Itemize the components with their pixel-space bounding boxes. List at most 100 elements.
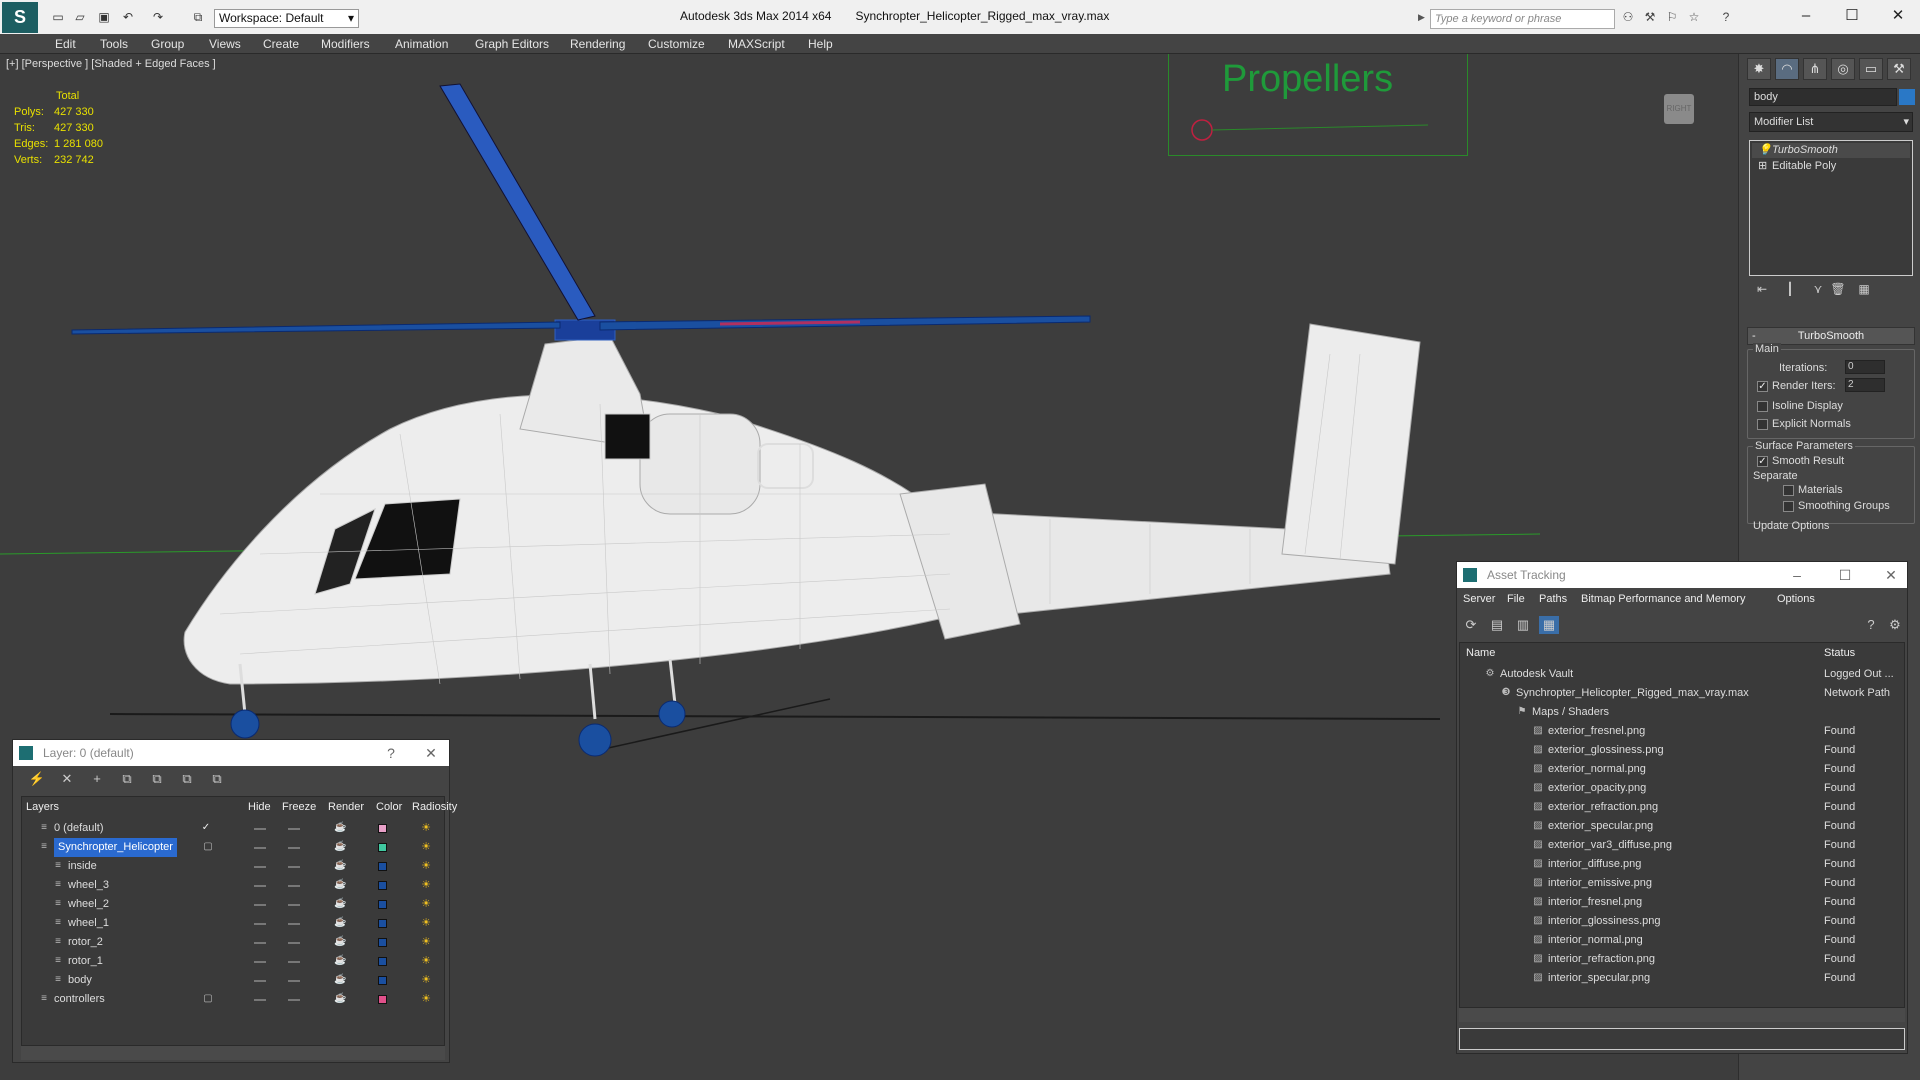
- asset-row[interactable]: ▨ exterior_refraction.png Found: [1462, 798, 1902, 817]
- motion-tab-icon[interactable]: ◎: [1831, 58, 1855, 80]
- layer-color-swatch[interactable]: [378, 957, 387, 966]
- layer-row[interactable]: ≡ wheel_2 ☕ ☀: [22, 895, 444, 914]
- column-radiosity[interactable]: Radiosity: [412, 801, 457, 813]
- workspace-dropdown[interactable]: Workspace: Default ▾: [214, 9, 359, 28]
- favorites-icon[interactable]: ☆: [1686, 10, 1702, 24]
- menu-customize[interactable]: Customize: [648, 37, 705, 51]
- materials-checkbox[interactable]: [1783, 485, 1794, 496]
- freeze-toggle[interactable]: [288, 923, 300, 925]
- layer-name[interactable]: body: [68, 971, 92, 990]
- render-iters-checkbox[interactable]: ✓: [1757, 381, 1768, 392]
- menu-rendering[interactable]: Rendering: [570, 37, 625, 51]
- radiosity-light-icon[interactable]: ☀: [420, 860, 432, 872]
- close-button[interactable]: ✕: [1886, 6, 1910, 26]
- layer-color-swatch[interactable]: [378, 938, 387, 947]
- hide-all-icon[interactable]: ⧉: [177, 770, 197, 788]
- hide-toggle[interactable]: [254, 904, 266, 906]
- active-layer-check-icon[interactable]: ✓: [200, 822, 212, 834]
- layer-row[interactable]: ≡ Synchropter_Helicopter ▢ ☕ ☀: [22, 838, 444, 857]
- show-end-result-icon[interactable]: ┃: [1781, 282, 1799, 298]
- refresh-icon[interactable]: ⟳: [1461, 616, 1481, 634]
- layer-color-swatch[interactable]: [378, 976, 387, 985]
- layer-color-swatch[interactable]: [378, 843, 387, 852]
- column-freeze[interactable]: Freeze: [282, 801, 316, 813]
- layer-color-swatch[interactable]: [378, 881, 387, 890]
- render-teapot-icon[interactable]: ☕: [334, 936, 346, 948]
- menu-group[interactable]: Group: [151, 37, 184, 51]
- menu-tools[interactable]: Tools: [100, 37, 128, 51]
- render-teapot-icon[interactable]: ☕: [334, 898, 346, 910]
- layer-name[interactable]: rotor_2: [68, 933, 103, 952]
- radiosity-light-icon[interactable]: ☀: [420, 822, 432, 834]
- light-bulb-icon[interactable]: 💡: [1758, 143, 1772, 158]
- list-view-icon[interactable]: ▤: [1487, 616, 1507, 634]
- column-color[interactable]: Color: [376, 801, 402, 813]
- render-teapot-icon[interactable]: ☕: [334, 841, 346, 853]
- smoothing-groups-checkbox[interactable]: [1783, 501, 1794, 512]
- help-icon[interactable]: ?: [1718, 10, 1734, 24]
- freeze-all-icon[interactable]: ⧉: [207, 770, 227, 788]
- menu-modifiers[interactable]: Modifiers: [321, 37, 370, 51]
- minimize-button[interactable]: –: [1794, 6, 1818, 26]
- radiosity-light-icon[interactable]: ☀: [420, 879, 432, 891]
- maximize-button[interactable]: ☐: [1835, 566, 1855, 584]
- horizontal-scrollbar[interactable]: [21, 1046, 445, 1060]
- layer-color-swatch[interactable]: [378, 824, 387, 833]
- subscription-icon[interactable]: ⚒: [1642, 10, 1658, 24]
- layer-name[interactable]: Synchropter_Helicopter: [54, 838, 177, 857]
- menu-options[interactable]: Options: [1777, 593, 1815, 605]
- table-view-icon[interactable]: ▦: [1539, 616, 1559, 634]
- viewcube-icon[interactable]: RIGHT: [1664, 94, 1694, 124]
- isoline-display-checkbox[interactable]: [1757, 401, 1768, 412]
- radiosity-light-icon[interactable]: ☀: [420, 898, 432, 910]
- radiosity-light-icon[interactable]: ☀: [420, 974, 432, 986]
- layer-row[interactable]: ≡ 0 (default) ✓ ☕ ☀: [22, 819, 444, 838]
- close-button[interactable]: ✕: [421, 744, 441, 762]
- pin-stack-icon[interactable]: ⇤: [1753, 282, 1771, 298]
- asset-row[interactable]: ▨ interior_normal.png Found: [1462, 931, 1902, 950]
- hide-toggle[interactable]: [254, 866, 266, 868]
- options-icon[interactable]: ⚙: [1885, 616, 1905, 634]
- column-layers[interactable]: Layers: [26, 801, 59, 813]
- hide-toggle[interactable]: [254, 885, 266, 887]
- asset-row[interactable]: ▨ interior_specular.png Found: [1462, 969, 1902, 988]
- create-tab-icon[interactable]: ✸: [1747, 58, 1771, 80]
- menu-edit[interactable]: Edit: [55, 37, 76, 51]
- hierarchy-tab-icon[interactable]: ⋔: [1803, 58, 1827, 80]
- freeze-toggle[interactable]: [288, 980, 300, 982]
- freeze-toggle[interactable]: [288, 999, 300, 1001]
- configure-sets-icon[interactable]: ▦: [1855, 282, 1873, 298]
- make-unique-icon[interactable]: ⋎: [1809, 282, 1827, 298]
- object-color-swatch[interactable]: [1899, 89, 1915, 105]
- redo-icon[interactable]: ↷: [150, 10, 166, 24]
- render-teapot-icon[interactable]: ☕: [334, 993, 346, 1005]
- highlight-layer-icon[interactable]: ⧉: [147, 770, 167, 788]
- layer-row[interactable]: ≡ rotor_1 ☕ ☀: [22, 952, 444, 971]
- menu-animation[interactable]: Animation: [395, 37, 448, 51]
- layer-color-swatch[interactable]: [378, 900, 387, 909]
- freeze-toggle[interactable]: [288, 961, 300, 963]
- freeze-toggle[interactable]: [288, 828, 300, 830]
- menu-graph-editors[interactable]: Graph Editors: [475, 37, 549, 51]
- freeze-toggle[interactable]: [288, 866, 300, 868]
- menu-create[interactable]: Create: [263, 37, 299, 51]
- close-button[interactable]: ✕: [1881, 566, 1901, 584]
- hide-toggle[interactable]: [254, 999, 266, 1001]
- freeze-toggle[interactable]: [288, 885, 300, 887]
- smooth-result-checkbox[interactable]: ✓: [1757, 456, 1768, 467]
- layer-row[interactable]: ≡ wheel_3 ☕ ☀: [22, 876, 444, 895]
- asset-row[interactable]: ▨ exterior_normal.png Found: [1462, 760, 1902, 779]
- layer-name[interactable]: controllers: [54, 990, 105, 1009]
- save-file-icon[interactable]: ▣: [96, 10, 112, 24]
- asset-row[interactable]: ⚑ Maps / Shaders: [1462, 703, 1902, 722]
- asset-row[interactable]: ❸ Synchropter_Helicopter_Rigged_max_vray.…: [1462, 684, 1902, 703]
- expand-icon[interactable]: ⊞: [1758, 159, 1767, 174]
- asset-row[interactable]: ▨ exterior_var3_diffuse.png Found: [1462, 836, 1902, 855]
- hide-toggle[interactable]: [254, 942, 266, 944]
- menu-bitmap-performance[interactable]: Bitmap Performance and Memory: [1581, 593, 1745, 605]
- hide-toggle[interactable]: [254, 828, 266, 830]
- iterations-spinner[interactable]: 0: [1845, 360, 1885, 374]
- radiosity-light-icon[interactable]: ☀: [420, 936, 432, 948]
- menu-file[interactable]: File: [1507, 593, 1525, 605]
- render-teapot-icon[interactable]: ☕: [334, 974, 346, 986]
